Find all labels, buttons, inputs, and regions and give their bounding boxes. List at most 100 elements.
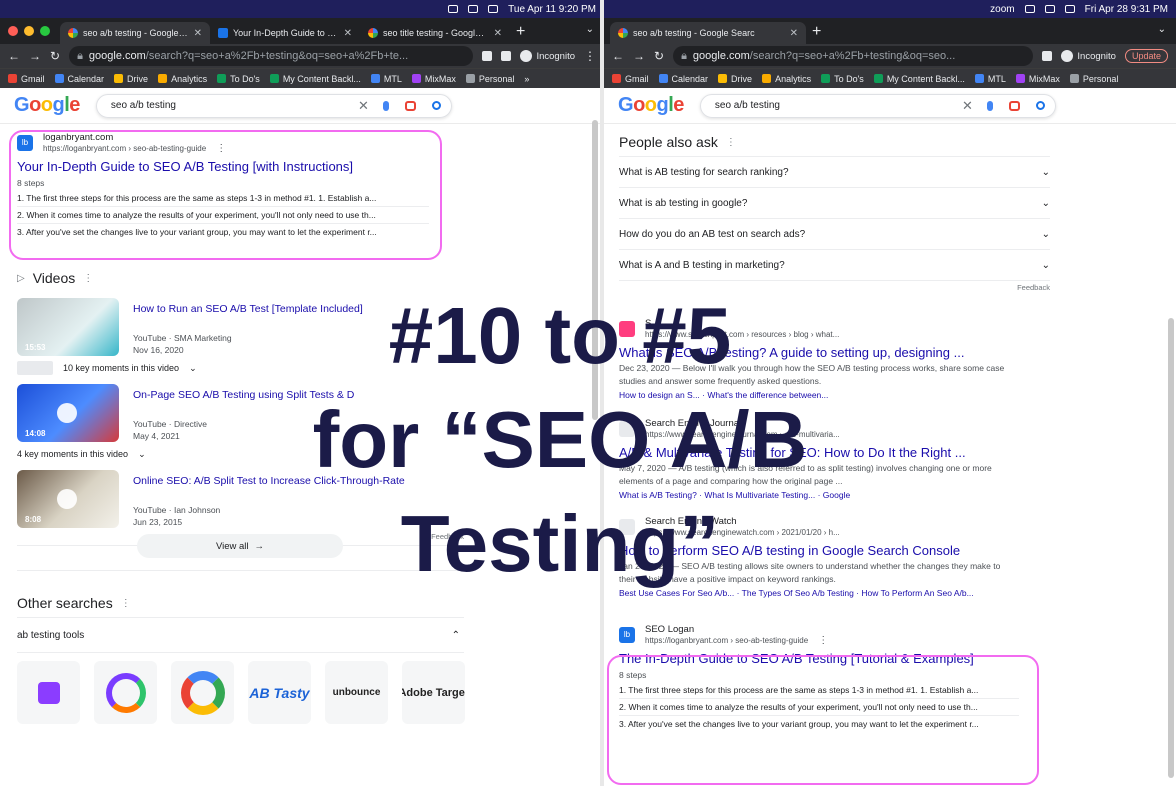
maximize-window-button[interactable] (40, 26, 50, 36)
incognito-badge[interactable]: Incognito (520, 50, 575, 62)
tool-logo-adobe[interactable]: Adobe Target (402, 661, 465, 724)
close-tab-icon[interactable]: ✕ (194, 28, 202, 39)
bookmark-mtl[interactable]: MTL (370, 74, 402, 84)
paa-question[interactable]: What is A and B testing in marketing? ⌄ (619, 250, 1050, 281)
paa-question[interactable]: What is AB testing for search ranking? ⌄ (619, 157, 1050, 188)
key-moments-toggle[interactable]: 4 key moments in this video ⌄ (17, 442, 604, 466)
video-thumbnail[interactable]: 8:08 (17, 470, 119, 528)
google-logo[interactable]: Google (618, 94, 684, 117)
tab-search-chevron-icon[interactable]: ⌄ (1158, 24, 1166, 35)
bookmark-content[interactable]: My Content Backl... (269, 74, 361, 84)
result-site[interactable]: Search Engine Journal https://www.search… (619, 418, 1176, 440)
update-button[interactable]: Update (1124, 49, 1168, 63)
result-title-link[interactable]: What is SEO A/B testing? A guide to sett… (619, 344, 1176, 362)
forward-icon[interactable]: → (633, 49, 645, 63)
more-bookmarks-icon[interactable]: » (524, 74, 529, 84)
close-window-button[interactable] (8, 26, 18, 36)
other-search-item[interactable]: ab testing tools ⌃ (17, 617, 464, 653)
view-all-button[interactable]: View all → (137, 534, 343, 558)
url-field[interactable]: 🔒︎ google.com/search?q=seo+a%2Fb+testing… (69, 46, 474, 66)
extension-icon[interactable] (1042, 51, 1053, 61)
bookmark-analytics[interactable]: Analytics (762, 74, 811, 84)
scrollbar[interactable] (1168, 318, 1174, 778)
more-options-icon[interactable]: ⋮ (121, 598, 131, 609)
bookmark-mixmax[interactable]: MixMax (1015, 74, 1060, 84)
back-icon[interactable]: ← (612, 49, 624, 63)
bookmark-drive[interactable]: Drive (718, 74, 752, 84)
result-sitelinks[interactable]: What is A/B Testing? · What Is Multivari… (619, 488, 1176, 502)
tool-logo-unbounce[interactable]: unbounce (325, 661, 388, 724)
video-title-link[interactable]: On-Page SEO A/B Testing using Split Test… (133, 388, 354, 402)
video-thumbnail[interactable]: 14:08 (17, 384, 119, 442)
tab-guide[interactable]: Your In-Depth Guide to SEO A/ ✕ (210, 22, 360, 44)
tool-logo-icon[interactable] (171, 661, 234, 724)
search-input[interactable]: seo a/b testing ✕ (95, 93, 452, 118)
more-options-icon[interactable]: ⋮ (726, 137, 736, 148)
incognito-badge[interactable]: Incognito (1061, 50, 1116, 62)
extension-icon[interactable] (482, 51, 493, 61)
close-tab-icon[interactable]: ✕ (494, 28, 502, 39)
video-item[interactable]: 14:08 On-Page SEO A/B Testing using Spli… (17, 384, 604, 442)
paa-question[interactable]: What is ab testing in google? ⌄ (619, 188, 1050, 219)
forward-icon[interactable]: → (29, 49, 41, 63)
bookmark-calendar[interactable]: Calendar (54, 74, 104, 84)
search-input[interactable]: seo a/b testing ✕ (699, 93, 1056, 118)
video-thumbnail[interactable]: 15:53 (17, 298, 119, 356)
new-tab-button[interactable]: + (516, 22, 525, 44)
bookmark-mtl[interactable]: MTL (974, 74, 1006, 84)
clear-search-icon[interactable]: ✕ (962, 98, 973, 114)
bookmark-mixmax[interactable]: MixMax (411, 74, 456, 84)
key-moments-toggle[interactable]: 10 key moments in this video ⌄ (17, 356, 604, 380)
video-title-link[interactable]: How to Run an SEO A/B Test [Template Inc… (133, 302, 363, 316)
bookmark-calendar[interactable]: Calendar (658, 74, 708, 84)
url-field[interactable]: 🔒︎ google.com/search?q=seo+a%2Fb+testing… (673, 46, 1034, 66)
mic-icon[interactable] (382, 100, 389, 111)
scrollbar[interactable] (592, 120, 598, 420)
back-icon[interactable]: ← (8, 49, 20, 63)
google-logo[interactable]: Google (14, 94, 80, 117)
search-icon[interactable] (1035, 101, 1045, 110)
lens-icon[interactable] (404, 100, 416, 111)
close-tab-icon[interactable]: ✕ (790, 28, 798, 39)
tool-logo-abtasty[interactable]: AB Tasty (248, 661, 311, 724)
result-site[interactable]: S https://www.searchpilot.com › resource… (619, 318, 1176, 340)
bookmark-todo[interactable]: To Do's (217, 74, 260, 84)
tab-search-chevron-icon[interactable]: ⌄ (586, 24, 594, 35)
search-icon[interactable] (431, 101, 441, 110)
bookmark-todo[interactable]: To Do's (821, 74, 864, 84)
mic-icon[interactable] (986, 100, 993, 111)
result-site[interactable]: Search Engine Watch https://www.searchen… (619, 516, 1176, 538)
bookmark-gmail[interactable]: Gmail (612, 74, 649, 84)
close-tab-icon[interactable]: ✕ (344, 28, 352, 39)
paa-question[interactable]: How do you do an AB test on search ads? ⌄ (619, 219, 1050, 250)
result-title-link[interactable]: A/B & Multivariate Testing for SEO: How … (619, 444, 1176, 462)
minimize-window-button[interactable] (24, 26, 34, 36)
puzzle-icon[interactable] (501, 51, 512, 61)
tab-google-search[interactable]: seo a/b testing - Google Searc ✕ (610, 22, 806, 44)
result-site[interactable]: lb SEO Logan https://loganbryant.com › s… (619, 624, 1176, 646)
reload-icon[interactable]: ↻ (654, 49, 664, 63)
bookmark-personal[interactable]: Personal (465, 74, 514, 84)
clear-search-icon[interactable]: ✕ (358, 98, 369, 114)
bookmark-drive[interactable]: Drive (114, 74, 148, 84)
bookmark-analytics[interactable]: Analytics (158, 74, 207, 84)
video-title-link[interactable]: Online SEO: A/B Split Test to Increase C… (133, 474, 405, 488)
tool-logo-icon[interactable] (94, 661, 157, 724)
video-item[interactable]: 8:08 Online SEO: A/B Split Test to Incre… (17, 470, 604, 528)
result-sitelinks[interactable]: Best Use Cases For Seo A/b... · The Type… (619, 586, 1176, 600)
menu-kebab-icon[interactable]: ⋮ (584, 49, 596, 63)
tab-title-testing[interactable]: seo title testing - Google Se ✕ (360, 22, 510, 44)
result-sitelinks[interactable]: How to design an S... · What's the diffe… (619, 388, 1176, 402)
reload-icon[interactable]: ↻ (50, 49, 60, 63)
new-tab-button[interactable]: + (812, 22, 821, 44)
feedback-link[interactable]: Feedback (619, 283, 1050, 292)
bookmark-gmail[interactable]: Gmail (8, 74, 45, 84)
tab-google-search[interactable]: seo a/b testing - Google Sear ✕ (60, 22, 210, 44)
more-options-icon[interactable]: ⋮ (83, 273, 93, 284)
video-item[interactable]: 15:53 How to Run an SEO A/B Test [Templa… (17, 298, 604, 356)
bookmark-content[interactable]: My Content Backl... (873, 74, 965, 84)
bookmark-personal[interactable]: Personal (1069, 74, 1118, 84)
result-title-link[interactable]: How to perform SEO A/B testing in Google… (619, 542, 1176, 560)
lens-icon[interactable] (1008, 100, 1020, 111)
tool-logo-icon[interactable] (17, 661, 80, 724)
